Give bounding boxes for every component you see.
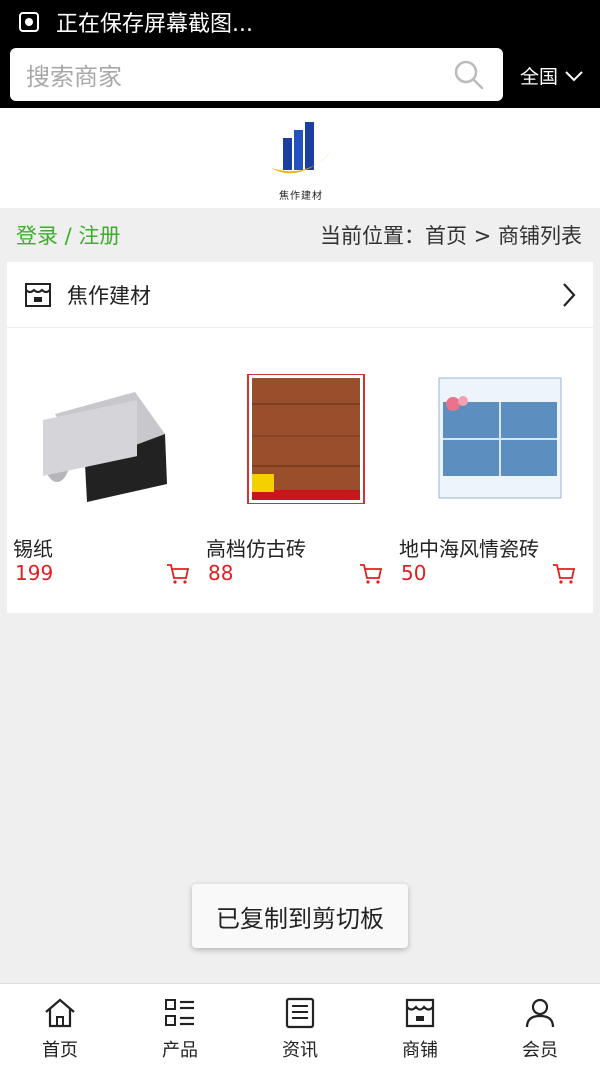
search-header: 搜索商家 全国 bbox=[0, 44, 600, 108]
search-input[interactable]: 搜索商家 bbox=[10, 48, 503, 101]
tab-label: 首页 bbox=[42, 1040, 78, 1061]
logo-text: 焦作建材 bbox=[279, 191, 323, 202]
list-icon bbox=[163, 996, 197, 1030]
bottom-tab-bar: 首页 产品 资讯 商铺 会员 bbox=[0, 983, 600, 1067]
login-register-link[interactable]: 登录 / 注册 bbox=[16, 220, 120, 250]
user-icon bbox=[523, 996, 557, 1030]
tab-label: 资讯 bbox=[282, 1040, 318, 1061]
product-name[interactable]: 锡纸 bbox=[13, 533, 53, 562]
home-icon bbox=[43, 996, 77, 1030]
logo-area: 焦作建材 bbox=[0, 108, 600, 208]
tab-label: 产品 bbox=[162, 1040, 198, 1061]
chevron-right-icon[interactable] bbox=[561, 281, 577, 309]
location-breadcrumb: 当前位置：首页 > 商铺列表 bbox=[320, 224, 582, 248]
tab-home[interactable]: 首页 bbox=[0, 984, 120, 1067]
product-image[interactable] bbox=[208, 373, 386, 505]
chevron-down-icon bbox=[564, 69, 584, 83]
toast-message: 已复制到剪切板 bbox=[192, 884, 408, 948]
tab-news[interactable]: 资讯 bbox=[240, 984, 360, 1067]
product-price: 50 bbox=[401, 561, 427, 585]
product-name[interactable]: 高档仿古砖 bbox=[206, 533, 306, 562]
product-card[interactable]: 地中海风情瓷砖 50 bbox=[393, 328, 586, 613]
store-icon bbox=[23, 280, 53, 310]
shop-name: 焦作建材 bbox=[67, 283, 151, 308]
shop-icon bbox=[403, 996, 437, 1030]
product-card[interactable]: 高档仿古砖 88 bbox=[200, 328, 393, 613]
tab-label: 商铺 bbox=[402, 1040, 438, 1061]
breadcrumb: 登录 / 注册 当前位置：首页 > 商铺列表 bbox=[0, 208, 600, 260]
product-image[interactable] bbox=[15, 374, 193, 504]
product-name[interactable]: 地中海风情瓷砖 bbox=[399, 533, 539, 562]
shop-header[interactable]: 焦作建材 bbox=[7, 262, 593, 328]
status-bar: 正在保存屏幕截图... bbox=[0, 0, 600, 44]
product-image[interactable] bbox=[401, 374, 579, 504]
screenshot-icon bbox=[18, 11, 40, 33]
product-price: 199 bbox=[15, 561, 54, 585]
product-price: 88 bbox=[208, 561, 234, 585]
cart-icon[interactable] bbox=[359, 563, 383, 585]
tab-products[interactable]: 产品 bbox=[120, 984, 240, 1067]
region-selector[interactable]: 全国 bbox=[520, 62, 584, 89]
tab-shop[interactable]: 商铺 bbox=[360, 984, 480, 1067]
region-label: 全国 bbox=[520, 66, 559, 88]
cart-icon[interactable] bbox=[552, 563, 576, 585]
shop-card: 焦作建材 锡纸 199 高档仿古砖 88 地中海风情瓷砖 50 bbox=[7, 262, 593, 613]
status-text: 正在保存屏幕截图... bbox=[56, 12, 253, 37]
search-icon[interactable] bbox=[453, 59, 485, 91]
tab-member[interactable]: 会员 bbox=[480, 984, 600, 1067]
cart-icon[interactable] bbox=[166, 563, 190, 585]
product-card[interactable]: 锡纸 199 bbox=[7, 328, 200, 613]
search-placeholder: 搜索商家 bbox=[26, 63, 122, 91]
brand-logo[interactable]: 焦作建材 bbox=[265, 118, 337, 202]
tab-label: 会员 bbox=[522, 1040, 558, 1061]
news-icon bbox=[283, 996, 317, 1030]
